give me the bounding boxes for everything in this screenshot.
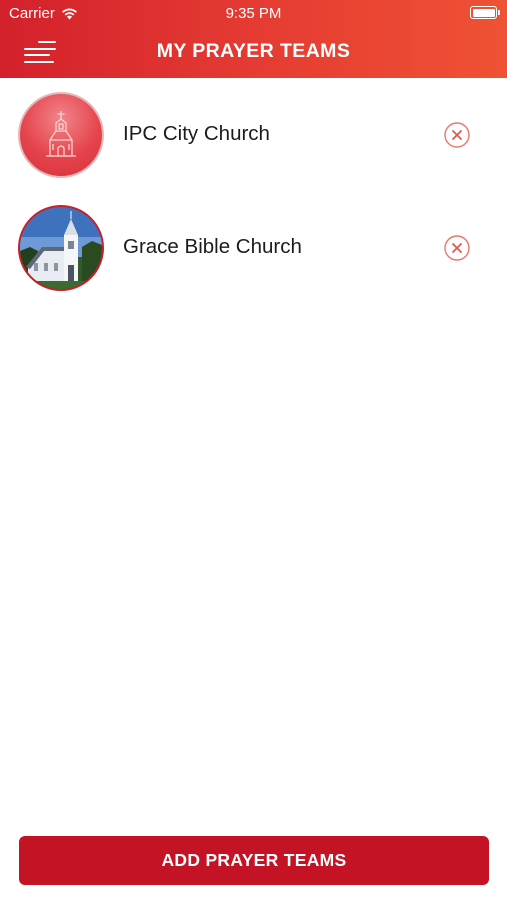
team-name: IPC City Church [123, 122, 270, 145]
app-screen: Carrier 9:35 PM MY PRAYER TEAMS IPC City… [0, 0, 507, 900]
remove-circle-x-icon[interactable] [444, 122, 470, 148]
church-outline-icon [18, 92, 104, 178]
status-time: 9:35 PM [225, 5, 282, 22]
nav-bar: MY PRAYER TEAMS [0, 26, 507, 78]
remove-circle-x-icon[interactable] [444, 235, 470, 261]
status-bar: Carrier 9:35 PM [0, 0, 507, 26]
battery-icon [470, 6, 500, 19]
church-photo [18, 205, 104, 291]
team-row[interactable]: IPC City Church [0, 78, 507, 191]
team-name: Grace Bible Church [123, 235, 302, 258]
church-outline-graphic [46, 111, 76, 157]
page-title: MY PRAYER TEAMS [156, 40, 351, 62]
battery-level [472, 8, 495, 17]
prayer-team-list: IPC City Church Grace Bible Church [0, 78, 507, 304]
add-prayer-teams-button[interactable]: ADD PRAYER TEAMS [19, 836, 489, 885]
header: Carrier 9:35 PM MY PRAYER TEAMS [0, 0, 507, 78]
church-photo-graphic [20, 207, 102, 289]
team-row[interactable]: Grace Bible Church [0, 191, 507, 304]
